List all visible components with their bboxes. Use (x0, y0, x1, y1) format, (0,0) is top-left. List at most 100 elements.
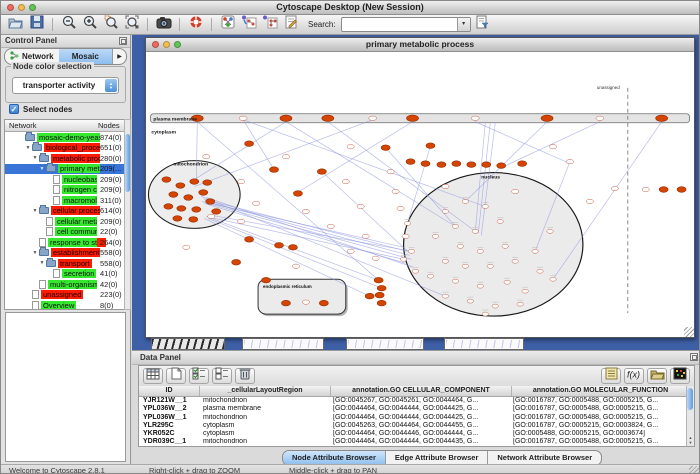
graph-node-orange[interactable] (322, 115, 334, 121)
graph-node-orange[interactable] (541, 115, 553, 121)
graph-node-orange[interactable] (245, 237, 254, 243)
graph-node[interactable] (497, 219, 503, 223)
graph-node[interactable] (292, 264, 299, 268)
graph-node[interactable] (302, 300, 309, 304)
network-window[interactable]: primary metabolic process plasma (145, 37, 695, 338)
graph-node-orange[interactable] (270, 167, 279, 173)
graph-node[interactable] (517, 302, 523, 306)
graph-node-orange[interactable] (288, 245, 297, 251)
tree-row[interactable]: Overview8(0) (5, 300, 127, 310)
graph-node-orange[interactable] (262, 277, 271, 283)
table-scrollbar-arrows[interactable]: ▲▼ (687, 435, 694, 445)
graph-node-orange[interactable] (176, 183, 185, 189)
graph-node[interactable] (402, 234, 409, 238)
graph-node[interactable] (457, 244, 463, 248)
background-window-sliver[interactable] (346, 338, 424, 350)
import-attributes-button[interactable] (647, 368, 667, 384)
graph-node[interactable] (467, 299, 473, 303)
graph-node[interactable] (347, 144, 354, 148)
graph-node[interactable] (238, 219, 245, 223)
graph-node[interactable] (357, 204, 364, 208)
graph-node[interactable] (477, 284, 483, 288)
graph-node[interactable] (282, 154, 289, 158)
tree-row[interactable]: ▼cellular process614(0) (5, 206, 127, 217)
graph-node[interactable] (404, 221, 410, 225)
table-scrollbar-thumb[interactable] (687, 388, 693, 410)
graph-node[interactable] (462, 264, 468, 268)
vizmapper-button[interactable] (218, 17, 237, 33)
background-window-sliver[interactable] (444, 338, 524, 350)
graph-node[interactable] (432, 234, 438, 238)
table-scrollbar[interactable]: ▲▼ (686, 386, 694, 446)
graph-node[interactable] (549, 144, 556, 148)
graph-node[interactable] (442, 259, 448, 263)
table-row[interactable]: YPL036W__2plasma membrane[GO:0044464, GO… (139, 405, 686, 413)
attribute-list-button[interactable] (601, 368, 621, 384)
graph-node[interactable] (512, 259, 518, 263)
graph-node[interactable] (372, 256, 379, 260)
search-dropdown-arrow[interactable]: ▾ (457, 18, 470, 31)
graph-node[interactable] (452, 224, 458, 228)
network-window-titlebar[interactable]: primary metabolic process (146, 38, 694, 52)
node-attribute-table[interactable]: ID_cellularLayoutRegionannotation.GO CEL… (139, 386, 686, 446)
tab-network-attribute-browser[interactable]: Network Attribute Browser (488, 451, 601, 465)
graph-node[interactable] (502, 244, 508, 248)
tree-expand-icon[interactable]: ▼ (24, 145, 32, 151)
graph-node[interactable] (550, 277, 556, 281)
graph-node[interactable] (208, 214, 215, 218)
graph-node-orange[interactable] (184, 195, 193, 201)
graph-node-orange[interactable] (162, 177, 171, 183)
graph-node-orange[interactable] (177, 206, 186, 212)
graph-node-orange[interactable] (189, 217, 198, 223)
graph-node-orange[interactable] (426, 143, 435, 149)
tree-row[interactable]: ▼metabolic process280(0) (5, 153, 127, 164)
zoom-in-button[interactable] (80, 17, 99, 33)
graph-node[interactable] (512, 189, 519, 193)
layout-button-1[interactable] (239, 17, 258, 33)
tree-row[interactable]: cell communicat22(0) (5, 227, 127, 238)
graph-node[interactable] (487, 264, 493, 268)
graph-node[interactable] (342, 179, 349, 183)
graph-node-orange[interactable] (467, 162, 476, 168)
tree-expand-icon[interactable]: ▼ (31, 208, 39, 214)
minimize-button[interactable] (18, 4, 25, 11)
graph-node-orange[interactable] (518, 161, 527, 167)
unselect-all-attributes-button[interactable] (212, 368, 232, 384)
tab-node-attribute-browser[interactable]: Node Attribute Browser (283, 451, 386, 465)
formula-builder-button[interactable]: f(x) (624, 368, 644, 384)
tab-edge-attribute-browser[interactable]: Edge Attribute Browser (386, 451, 488, 465)
graph-node[interactable] (203, 154, 210, 158)
zoom-button[interactable] (174, 41, 181, 48)
graph-node[interactable] (238, 179, 245, 183)
tree-row[interactable]: nucleobase-209(0) (5, 174, 127, 185)
graph-node-orange[interactable] (275, 243, 284, 249)
graph-node[interactable] (504, 280, 510, 284)
graph-node[interactable] (392, 189, 399, 193)
graph-node[interactable] (397, 206, 404, 210)
graph-node[interactable] (547, 229, 553, 233)
tree-row[interactable]: nitrogen compo209(0) (5, 185, 127, 196)
graph-node[interactable] (611, 186, 618, 190)
graph-node-orange[interactable] (169, 192, 178, 198)
nucleus-region[interactable] (404, 173, 583, 316)
graph-node[interactable] (462, 199, 468, 203)
graph-node-orange[interactable] (280, 115, 292, 121)
tree-row[interactable]: unassigned223(0) (5, 290, 127, 301)
save-session-button[interactable] (27, 17, 46, 33)
zoom-selected-button[interactable] (101, 17, 120, 33)
graph-node-orange[interactable] (377, 300, 386, 306)
graph-node[interactable] (596, 116, 604, 120)
graph-node-orange[interactable] (482, 162, 491, 168)
graph-node-orange[interactable] (377, 285, 386, 291)
graph-node[interactable] (327, 224, 334, 228)
graph-node-orange[interactable] (232, 259, 241, 265)
graph-node[interactable] (412, 269, 418, 273)
graph-node[interactable] (452, 279, 458, 283)
graph-node-orange[interactable] (319, 300, 328, 306)
graph-node[interactable] (239, 116, 247, 120)
tree-row[interactable]: response to stimul264(0) (5, 237, 127, 248)
graph-node[interactable] (183, 245, 190, 249)
graph-node-orange[interactable] (452, 161, 461, 167)
help-button[interactable] (186, 17, 205, 33)
tree-expand-icon[interactable]: ▼ (31, 250, 39, 256)
